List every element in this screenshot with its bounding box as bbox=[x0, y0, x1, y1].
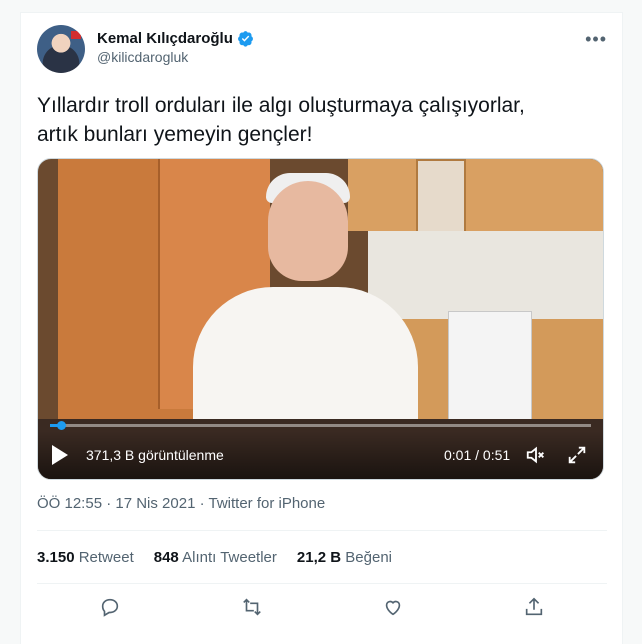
tweet-actions bbox=[37, 596, 607, 622]
tweet-text-line: Yıllardır troll orduları ile algı oluştu… bbox=[37, 94, 525, 117]
like-stat[interactable]: 21,2 B Beğeni bbox=[297, 549, 392, 566]
like-icon bbox=[385, 600, 401, 616]
play-icon[interactable] bbox=[52, 445, 68, 465]
quote-label: Alıntı Tweetler bbox=[182, 549, 277, 566]
tweet-timestamp[interactable]: ÖÖ 12:55 · 17 Nis 2021 · Twitter for iPh… bbox=[37, 495, 325, 512]
flag-pin bbox=[71, 31, 81, 39]
tweet-text: Yıllardır troll orduları ile algı oluştu… bbox=[37, 91, 607, 149]
video-time: 0:01 / 0:51 bbox=[444, 447, 511, 463]
scene-person-head bbox=[268, 181, 348, 281]
video-controls: 371,3 B görüntülenme 0:01 / 0:51 bbox=[38, 431, 603, 479]
author-display-name[interactable]: Kemal Kılıçdaroğlu bbox=[97, 30, 233, 47]
like-count: 21,2 B bbox=[296, 549, 342, 566]
volume-icon[interactable] bbox=[524, 444, 548, 466]
avatar[interactable] bbox=[37, 25, 85, 73]
scene-upper-cabinet bbox=[348, 159, 603, 235]
reply-icon bbox=[101, 598, 119, 617]
tweet-header: Kemal Kılıçdaroğlu @kilicdarogluk ••• bbox=[37, 25, 607, 75]
retweet-count: 3.150 bbox=[37, 549, 75, 566]
fullscreen-icon[interactable] bbox=[566, 444, 588, 466]
like-button[interactable] bbox=[382, 596, 408, 622]
tweet-text-line: artık bunları yemeyin gençler! bbox=[37, 123, 313, 146]
retweet-button[interactable] bbox=[241, 596, 267, 622]
scene-tiles bbox=[368, 231, 603, 321]
video-progress-bar[interactable] bbox=[50, 421, 591, 430]
divider bbox=[37, 583, 607, 584]
author-block: Kemal Kılıçdaroğlu @kilicdarogluk bbox=[97, 30, 254, 65]
video-player[interactable]: 371,3 B görüntülenme 0:01 / 0:51 bbox=[37, 158, 604, 480]
video-view-count: 371,3 B görüntülenme bbox=[86, 447, 224, 463]
scene-dishwasher bbox=[448, 311, 532, 423]
retweet-stat[interactable]: 3.150 Retweet bbox=[37, 549, 134, 566]
divider bbox=[37, 530, 607, 531]
author-handle[interactable]: @kilicdarogluk bbox=[97, 49, 254, 65]
retweet-label: Retweet bbox=[78, 549, 134, 566]
quote-count: 848 bbox=[153, 549, 179, 566]
tweet-stats: 3.150 Retweet 848 Alıntı Tweetler 21,2 B… bbox=[37, 549, 392, 566]
verified-badge-icon bbox=[237, 31, 253, 47]
scene-glass-cabinet bbox=[416, 159, 466, 235]
retweet-icon bbox=[243, 598, 261, 616]
reply-button[interactable] bbox=[99, 596, 125, 622]
author-name-row[interactable]: Kemal Kılıçdaroğlu bbox=[97, 30, 254, 47]
tweet-card: Kemal Kılıçdaroğlu @kilicdarogluk ••• Yı… bbox=[20, 12, 623, 644]
like-label: Beğeni bbox=[345, 549, 392, 566]
quote-stat[interactable]: 848 Alıntı Tweetler bbox=[154, 549, 277, 566]
share-icon bbox=[525, 597, 543, 616]
video-progress-handle[interactable] bbox=[56, 421, 66, 430]
share-button[interactable] bbox=[523, 596, 549, 622]
more-options-icon[interactable]: ••• bbox=[585, 29, 607, 50]
